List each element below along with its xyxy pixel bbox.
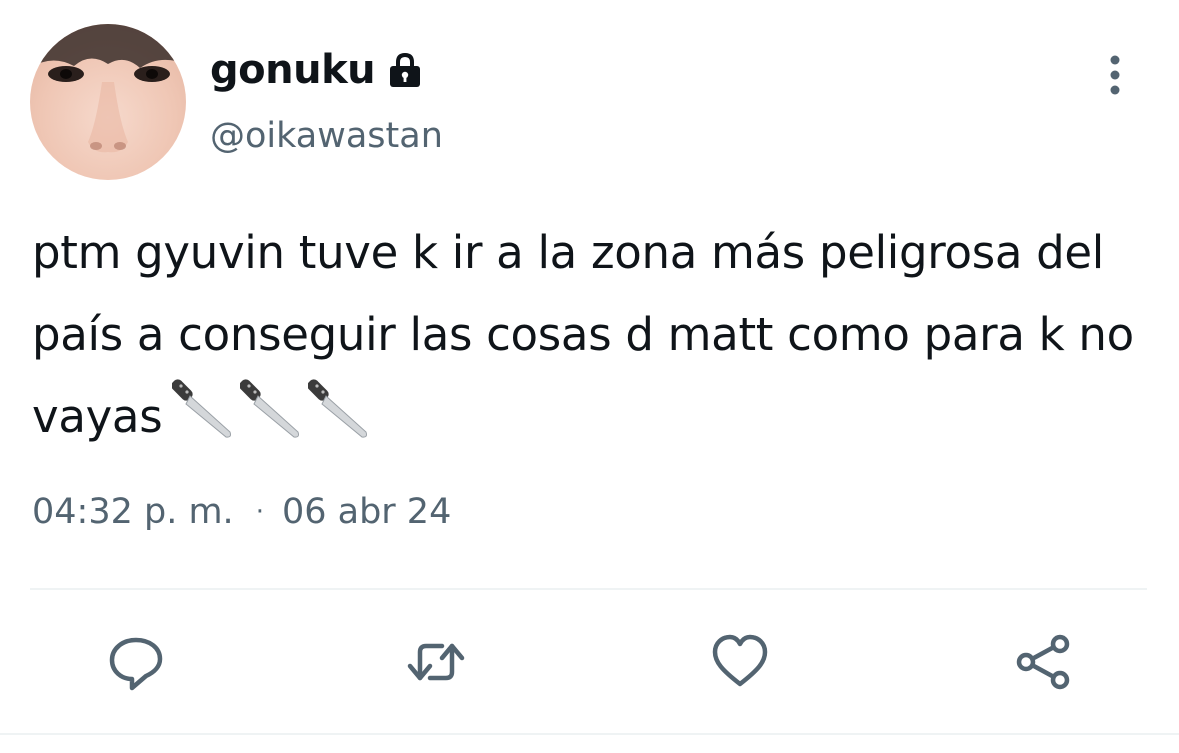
retweet-icon <box>407 643 465 681</box>
share-button[interactable] <box>1012 630 1076 694</box>
tweet-text: ptm gyuvin tuve k ir a la zona más pelig… <box>32 212 1147 458</box>
share-icon <box>1016 634 1070 690</box>
like-icon <box>712 634 768 687</box>
lock-icon <box>385 50 425 90</box>
like-button[interactable] <box>708 630 772 694</box>
divider <box>30 588 1147 590</box>
reply-button[interactable] <box>104 630 168 694</box>
kitchen-knife-icon <box>308 379 368 438</box>
tweet-card: gonuku @oikawastan ptm gyuvin tuve k ir … <box>0 0 1179 735</box>
tweet-time: 04:32 p. m. <box>32 492 234 532</box>
avatar-image <box>30 24 186 153</box>
avatar[interactable] <box>30 24 186 180</box>
emoji-group <box>172 376 370 440</box>
tweet-timestamp[interactable]: 04:32 p. m. · 06 abr 24 <box>32 488 451 536</box>
kitchen-knife-icon <box>172 379 232 438</box>
display-name[interactable]: gonuku <box>210 44 376 96</box>
action-bar <box>0 620 1179 700</box>
display-name-row: gonuku <box>210 44 443 96</box>
kitchen-knife-icon <box>240 379 300 438</box>
more-options-icon[interactable] <box>1103 54 1127 98</box>
meta-separator: · <box>255 497 264 527</box>
tweet-date: 06 abr 24 <box>281 492 452 532</box>
retweet-button[interactable] <box>404 630 468 694</box>
page-bottom-edge <box>0 733 1179 753</box>
reply-icon <box>109 637 163 691</box>
user-info: gonuku @oikawastan <box>210 44 443 158</box>
user-handle[interactable]: @oikawastan <box>210 114 443 158</box>
